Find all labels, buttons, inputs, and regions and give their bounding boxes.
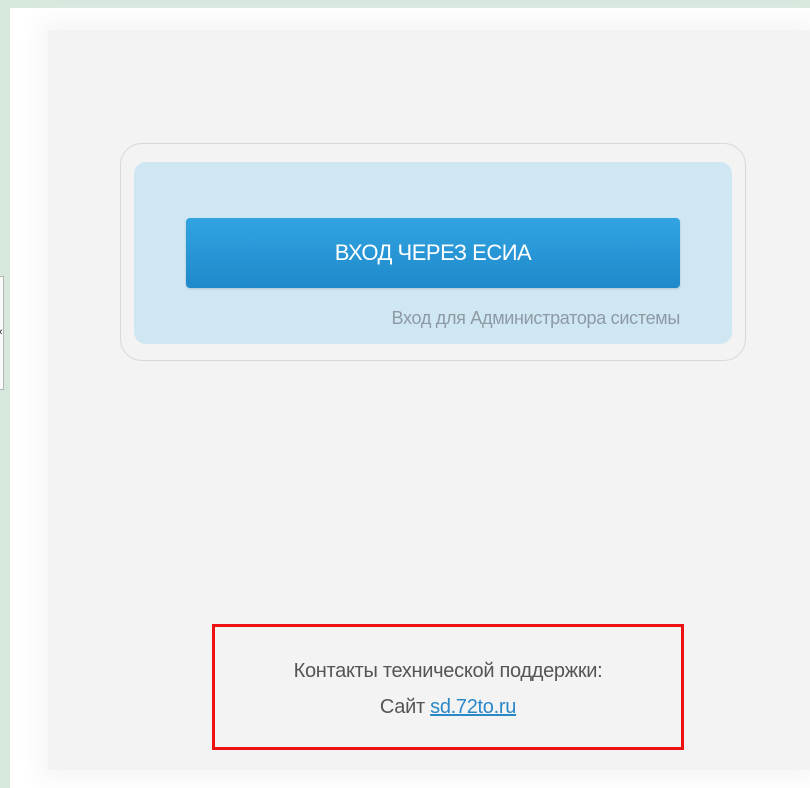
support-title: Контакты технической поддержки: (293, 660, 603, 682)
support-site-link[interactable]: sd.72to.ru (430, 696, 516, 718)
support-site-prefix: Сайт (379, 696, 425, 718)
esia-login-button[interactable]: ВХОД ЧЕРЕЗ ЕСИА (186, 218, 680, 288)
support-site-line: Сайт sd.72to.ru (212, 696, 684, 719)
admin-login-link[interactable]: Вход для Администратора системы (300, 308, 681, 329)
support-highlight-box (212, 624, 684, 750)
chevron-left-icon: ‹ (0, 327, 3, 338)
